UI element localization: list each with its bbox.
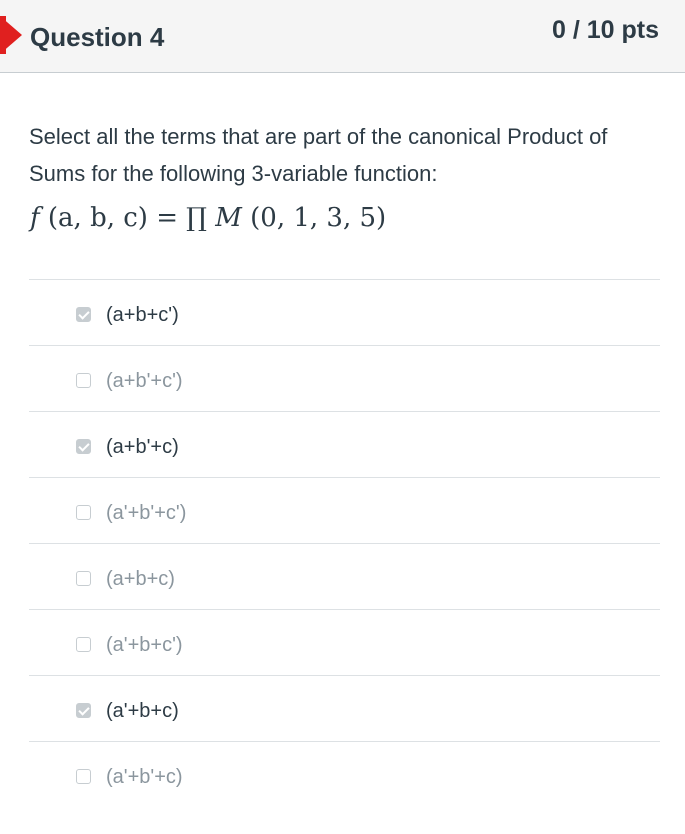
answer-label: (a+b'+c') <box>106 370 183 392</box>
answer-checkbox[interactable] <box>76 637 91 652</box>
answer-label: (a'+b'+c') <box>106 502 187 524</box>
question-header: Question 4 0 / 10 pts <box>0 0 685 73</box>
question-formula: f (a, b, c) = ∏ M (0, 1, 3, 5) <box>30 203 386 233</box>
answer-label: (a+b+c') <box>106 304 179 326</box>
formula-equals: = <box>156 203 179 233</box>
answer-checkbox[interactable] <box>76 571 91 586</box>
question-points: 0 / 10 pts <box>552 16 659 44</box>
answer-option[interactable]: (a+b+c') <box>29 280 660 346</box>
answer-checkbox[interactable] <box>76 769 91 784</box>
answer-option[interactable]: (a'+b'+c) <box>29 742 660 807</box>
answer-option[interactable]: (a+b'+c) <box>29 412 660 478</box>
answer-label: (a+b+c) <box>106 568 175 590</box>
flag-icon-tip <box>0 16 22 54</box>
answer-option[interactable]: (a'+b+c') <box>29 610 660 676</box>
formula-set: (0, 1, 3, 5) <box>250 203 387 233</box>
question-prompt: Select all the terms that are part of th… <box>29 124 608 186</box>
answer-checkbox[interactable] <box>76 703 91 718</box>
answer-option[interactable]: (a+b'+c') <box>29 346 660 412</box>
answer-option[interactable]: (a+b+c) <box>29 544 660 610</box>
answer-checkbox[interactable] <box>76 505 91 520</box>
answer-label: (a+b'+c) <box>106 436 179 458</box>
answer-label: (a'+b+c') <box>106 634 183 656</box>
formula-product: ∏ <box>186 203 207 233</box>
answer-label: (a'+b+c) <box>106 700 179 722</box>
answer-option[interactable]: (a'+b'+c') <box>29 478 660 544</box>
question-title: Question 4 <box>30 22 165 52</box>
answer-checkbox[interactable] <box>76 307 91 322</box>
answer-label: (a'+b'+c) <box>106 766 183 788</box>
formula-args: (a, b, c) <box>47 203 148 233</box>
formula-function: f <box>30 203 40 233</box>
answer-list: (a+b+c') (a+b'+c') (a+b'+c) (a'+b'+c') (… <box>29 279 660 807</box>
answer-checkbox[interactable] <box>76 439 91 454</box>
answer-option[interactable]: (a'+b+c) <box>29 676 660 742</box>
answer-checkbox[interactable] <box>76 373 91 388</box>
formula-maxterm: M <box>215 203 242 233</box>
